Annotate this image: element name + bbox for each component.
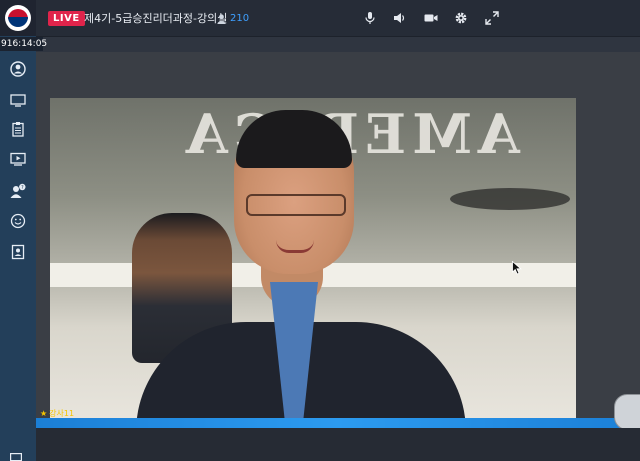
- video-bottom-strip: [36, 418, 640, 428]
- play-screen-icon: [10, 152, 26, 166]
- speaker-label: ★ 강사11: [40, 409, 74, 419]
- sidebar-item-clipboard[interactable]: [6, 117, 30, 141]
- sidebar-item-emoji[interactable]: [6, 209, 30, 233]
- sidebar-item-qna[interactable]: ?: [6, 179, 30, 203]
- window-icon[interactable]: [10, 453, 22, 461]
- contact-card-icon: [11, 244, 25, 260]
- session-timer: 916:14:05: [0, 37, 48, 51]
- sidebar-item-profile[interactable]: [6, 57, 30, 81]
- monitor-icon: [10, 94, 26, 107]
- expand-icon: [485, 11, 499, 25]
- glasses: [246, 194, 346, 216]
- camera-button[interactable]: [422, 10, 440, 26]
- volume-button[interactable]: [391, 10, 409, 26]
- camera-icon: [424, 14, 438, 22]
- user-circle-icon: [10, 61, 26, 77]
- bottom-bar: [36, 428, 640, 461]
- side-handle[interactable]: [614, 394, 640, 430]
- fullscreen-button[interactable]: [483, 10, 501, 26]
- person-icon: [217, 13, 226, 24]
- sidebar-item-screen[interactable]: [6, 88, 30, 112]
- room-title: 제4기-5급승진리더과정-강의실: [84, 12, 228, 25]
- video-stream[interactable]: AMERICA ★ 강사11: [36, 52, 640, 428]
- viewer-count-value: 210: [230, 13, 250, 24]
- user-question-icon: ?: [10, 183, 26, 198]
- microphone-button[interactable]: [361, 10, 379, 26]
- settings-button[interactable]: [452, 10, 470, 26]
- viewer-count: 210: [217, 11, 249, 26]
- smile-icon: [10, 213, 26, 229]
- speaker-name: 강사11: [49, 409, 75, 418]
- star-icon: ★: [40, 409, 48, 418]
- mouse-cursor-icon: [512, 261, 522, 275]
- clipboard-icon: [12, 122, 24, 137]
- sidebar-item-video[interactable]: [6, 147, 30, 171]
- microphone-icon: [365, 12, 375, 24]
- speaker-icon: [394, 13, 405, 23]
- government-logo-icon: [0, 0, 36, 36]
- sidebar-item-contact[interactable]: [6, 240, 30, 264]
- gear-icon: [455, 12, 467, 24]
- svg-text:?: ?: [21, 185, 24, 191]
- top-bar: LIVE 제4기-5급승진리더과정-강의실 210: [0, 0, 640, 37]
- live-badge: LIVE: [48, 11, 85, 26]
